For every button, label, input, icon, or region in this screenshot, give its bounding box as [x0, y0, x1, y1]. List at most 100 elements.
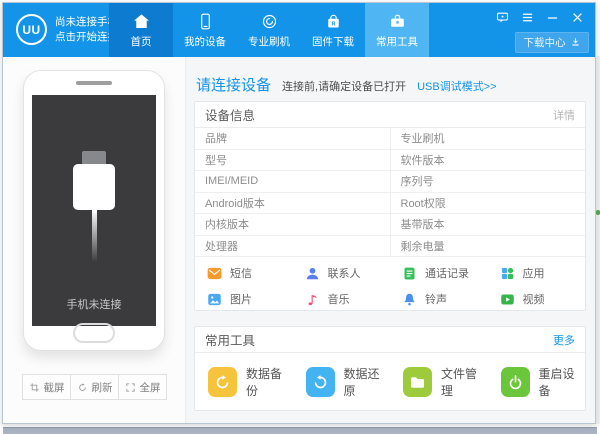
- backup-icon: [208, 367, 237, 397]
- top-navigation-bar: UU 尚未连接手机 点击开始连接 首页我的设备专业刷机R固件下载常用工具 下载中…: [3, 3, 595, 57]
- tab-device[interactable]: 我的设备: [173, 3, 237, 57]
- info-label: 专业刷机: [391, 128, 586, 149]
- feature-video[interactable]: 视频: [488, 286, 586, 312]
- feedback-button[interactable]: [494, 10, 510, 24]
- contacts-icon: [305, 266, 320, 281]
- tab-label: 专业刷机: [248, 34, 290, 49]
- info-label: 剩余电量: [391, 236, 586, 257]
- reboot-icon: [501, 367, 530, 397]
- call-log-icon: [402, 266, 417, 281]
- table-row: IMEI/MEID序列号: [195, 171, 585, 193]
- common-tools-title: 常用工具: [205, 330, 255, 349]
- tool-label: 重启设备: [539, 365, 585, 399]
- phone-home-button: [73, 323, 115, 343]
- tab-home[interactable]: 首页: [109, 3, 173, 57]
- background-green-dot: [596, 210, 600, 215]
- info-label: Android版本: [195, 193, 391, 214]
- sms-icon: [207, 266, 222, 281]
- close-icon: [571, 11, 584, 24]
- tool-label: 数据备份: [246, 365, 292, 399]
- nav-tabs: 首页 我的设备 专业刷机 R固件下载常用工具: [109, 3, 429, 57]
- table-row: 品牌专业刷机: [195, 128, 585, 150]
- table-row: 处理器剩余电量: [195, 236, 585, 258]
- feature-label: 图片: [230, 291, 252, 307]
- tools-grid: 数据备份数据还原 文件管理 重启设备: [195, 353, 585, 411]
- screenshot-icon: [29, 382, 40, 393]
- table-row: Android版本Root权限: [195, 193, 585, 215]
- info-label: 型号: [195, 150, 391, 171]
- tab-firmware[interactable]: R固件下载: [301, 3, 365, 57]
- info-label: 基带版本: [391, 214, 586, 235]
- close-button[interactable]: [569, 10, 585, 24]
- tab-label: 首页: [131, 34, 152, 49]
- desktop: UU 尚未连接手机 点击开始连接 首页我的设备专业刷机R固件下载常用工具 下载中…: [0, 0, 600, 434]
- usb-cable-icon: [72, 151, 116, 262]
- flash-icon: [260, 11, 279, 31]
- ringtone-icon: [402, 292, 417, 307]
- pictures-icon: [207, 292, 222, 307]
- music-icon: [305, 292, 320, 307]
- video-icon: [500, 292, 515, 307]
- tools-more-link[interactable]: 更多: [553, 332, 575, 348]
- panel-button-label: 全屏: [140, 380, 161, 395]
- home-icon: [132, 11, 151, 31]
- feature-sms[interactable]: 短信: [195, 260, 293, 286]
- feature-apps[interactable]: 应用: [488, 260, 586, 286]
- firmware-icon: R: [324, 11, 343, 31]
- tab-flash[interactable]: 专业刷机: [237, 3, 301, 57]
- tab-label: 常用工具: [376, 34, 418, 49]
- fullscreen-icon: [125, 382, 136, 393]
- feature-label: 短信: [230, 265, 252, 281]
- screen-action-buttons: 截屏刷新 全屏: [22, 374, 167, 400]
- download-center-label: 下载中心: [524, 35, 566, 50]
- tools-icon: [388, 11, 407, 31]
- feature-label: 应用: [523, 265, 545, 281]
- usb-debug-mode-link[interactable]: USB调试模式>>: [417, 78, 496, 94]
- device-info-detail-link[interactable]: 详情: [553, 107, 575, 123]
- table-row: 内核版本基带版本: [195, 214, 585, 236]
- tool-label: 文件管理: [441, 365, 487, 399]
- feature-ringtone[interactable]: 铃声: [390, 286, 488, 312]
- window-controls: [494, 10, 585, 24]
- feature-contacts[interactable]: 联系人: [293, 260, 391, 286]
- tool-restore[interactable]: 数据还原: [293, 365, 391, 399]
- phone-not-connected-text: 手机未连接: [32, 296, 156, 312]
- phone-screen: 手机未连接: [32, 95, 156, 326]
- feature-label: 联系人: [328, 265, 361, 281]
- minimize-icon: [546, 11, 559, 24]
- background-taskbar-edge: [3, 427, 597, 434]
- device-icon: [196, 11, 215, 31]
- panel-button-label: 截屏: [44, 380, 65, 395]
- download-icon: [570, 37, 581, 48]
- tool-file-manager[interactable]: 文件管理: [390, 365, 488, 399]
- info-label: 内核版本: [195, 214, 391, 235]
- feature-label: 通话记录: [425, 265, 469, 281]
- tab-label: 我的设备: [184, 34, 226, 49]
- download-center-button[interactable]: 下载中心: [515, 32, 589, 53]
- info-label: Root权限: [391, 193, 586, 214]
- connect-header: 请连接设备 连接前,请确定设备已打开 USB调试模式>>: [196, 74, 497, 95]
- tool-reboot[interactable]: 重启设备: [488, 365, 586, 399]
- feature-music[interactable]: 音乐: [293, 286, 391, 312]
- feature-shortcuts: 短信 联系人 通话记录 应用图片 音乐 铃声 视频: [195, 257, 585, 312]
- connect-title: 请连接设备: [196, 74, 271, 95]
- app-window: UU 尚未连接手机 点击开始连接 首页我的设备专业刷机R固件下载常用工具 下载中…: [2, 2, 596, 424]
- refresh-button[interactable]: 刷新: [70, 375, 118, 399]
- fullscreen-button[interactable]: 全屏: [118, 375, 166, 399]
- device-preview-panel: 手机未连接 截屏刷新 全屏: [3, 57, 186, 423]
- info-label: 处理器: [195, 236, 391, 257]
- restore-icon: [306, 367, 335, 397]
- screenshot-button[interactable]: 截屏: [23, 375, 70, 399]
- phone-speaker: [76, 81, 112, 85]
- tab-tools[interactable]: 常用工具: [365, 3, 429, 57]
- minimize-button[interactable]: [544, 10, 560, 24]
- svg-text:R: R: [331, 21, 335, 27]
- table-row: 型号软件版本: [195, 150, 585, 172]
- menu-button[interactable]: [519, 10, 535, 24]
- menu-icon: [521, 11, 534, 24]
- feature-label: 铃声: [425, 291, 447, 307]
- info-label: 品牌: [195, 128, 391, 149]
- feature-call-log[interactable]: 通话记录: [390, 260, 488, 286]
- tool-backup[interactable]: 数据备份: [195, 365, 293, 399]
- feature-pictures[interactable]: 图片: [195, 286, 293, 312]
